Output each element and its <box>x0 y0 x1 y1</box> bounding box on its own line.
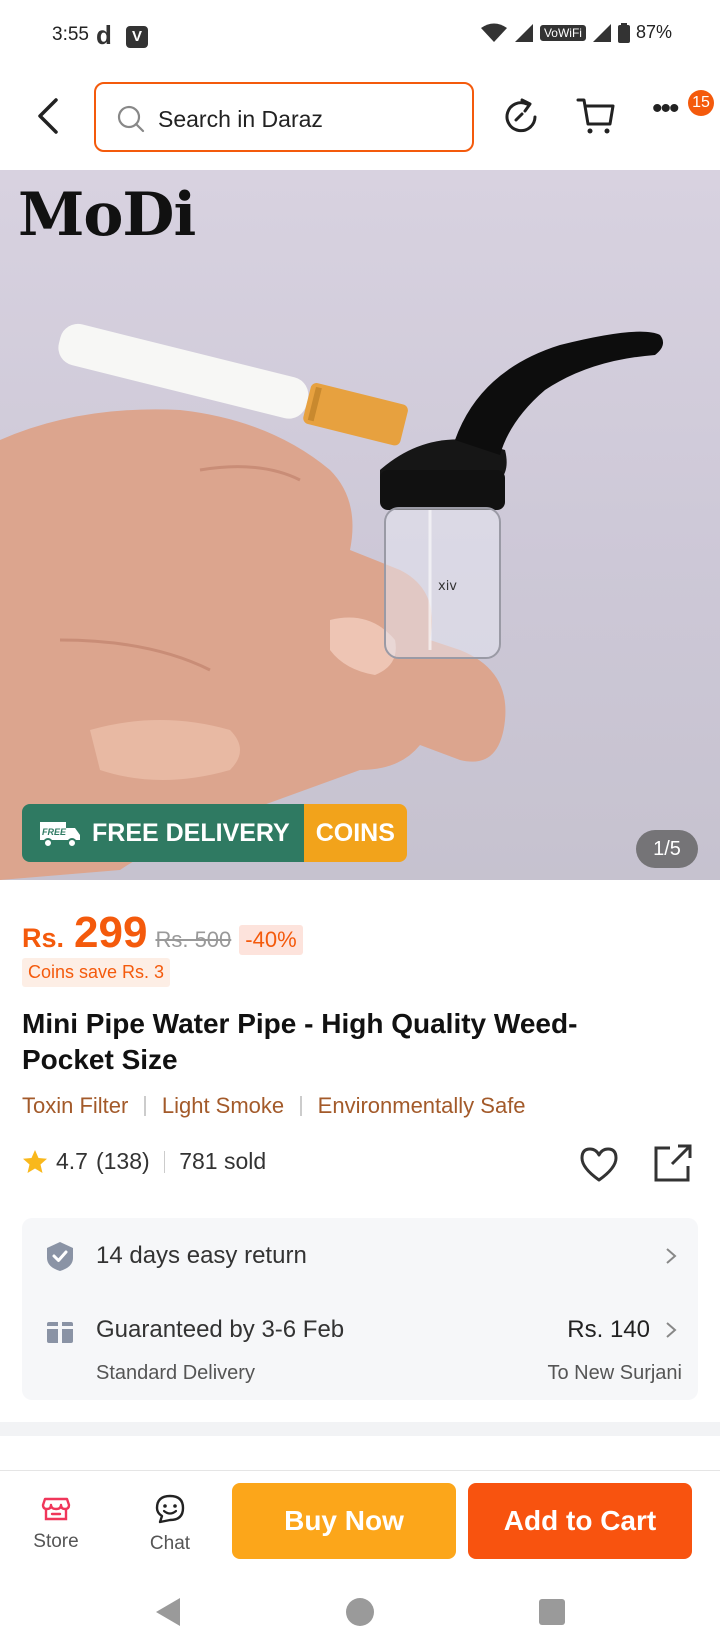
svg-text:xiv: xiv <box>438 579 457 594</box>
delivery-type-text: Standard Delivery <box>96 1362 255 1384</box>
chat-button[interactable]: Chat <box>130 1493 210 1555</box>
coins-save-badge: Coins save Rs. 3 <box>22 958 171 987</box>
rating-row[interactable]: 4.7 (138) 781 sold <box>22 1148 266 1175</box>
free-delivery-label: FREE DELIVERY <box>92 818 290 847</box>
status-time: 3:55 <box>52 24 89 45</box>
chevron-right-icon <box>666 1322 677 1338</box>
search-input[interactable]: Search in Daraz <box>94 82 474 152</box>
cart-count-badge: 15 <box>688 90 714 116</box>
search-placeholder: Search in Daraz <box>158 106 323 132</box>
delivery-row[interactable]: Guaranteed by 3-6 Feb Standard Delivery … <box>22 1294 698 1400</box>
signal-icon <box>514 23 533 42</box>
promo-banner: FREE FREE DELIVERY COINS <box>22 804 407 862</box>
delivery-guarantee-text: Guaranteed by 3-6 Feb <box>96 1316 345 1343</box>
store-icon <box>41 1497 71 1521</box>
product-tags: Toxin Filter Light Smoke Environmentally… <box>22 1093 526 1119</box>
status-icons: VoWiFi 87% <box>480 22 672 43</box>
free-label: FREE <box>42 827 67 837</box>
system-home-icon[interactable] <box>344 1596 376 1628</box>
image-counter: 1/5 <box>636 830 698 868</box>
wishlist-heart-icon[interactable] <box>578 1144 620 1186</box>
review-count: (138) <box>95 1148 150 1174</box>
share-icon[interactable] <box>652 1142 694 1184</box>
refresh-icon[interactable] <box>500 96 542 138</box>
tag-environmentally-safe: Environmentally Safe <box>317 1093 526 1118</box>
delivery-box-icon <box>47 1317 73 1343</box>
vowifi-indicator: VoWiFi <box>539 24 586 41</box>
rating-value: 4.7 <box>56 1148 88 1174</box>
service-info-panel: 14 days easy return Guaranteed by 3-6 Fe… <box>22 1218 698 1400</box>
section-divider <box>0 1422 720 1436</box>
free-delivery-badge: FREE FREE DELIVERY <box>22 804 304 862</box>
delivery-truck-icon: FREE <box>40 822 80 848</box>
battery-icon <box>617 22 630 43</box>
bottom-action-bar: Store Chat Buy Now Add to Cart <box>0 1470 720 1580</box>
coins-badge: COINS <box>303 804 407 862</box>
chevron-right-icon <box>666 1248 677 1264</box>
wifi-icon <box>480 23 507 42</box>
status-bar: 3:55 d V VoWiFi 87% <box>0 0 720 72</box>
brand-logo: MoDi <box>18 180 196 250</box>
system-navigation-bar <box>0 1580 720 1650</box>
return-policy-row[interactable]: 14 days easy return <box>22 1218 698 1294</box>
tag-divider <box>144 1096 146 1116</box>
chat-icon <box>155 1494 185 1524</box>
top-navigation: Search in Daraz ••• 15 <box>0 72 720 168</box>
add-to-cart-button[interactable]: Add to Cart <box>468 1483 692 1559</box>
delivery-fee: Rs. 140 <box>567 1316 650 1343</box>
return-policy-text: 14 days easy return <box>96 1242 307 1269</box>
price-row: Rs. 299 Rs. 500 -40% <box>22 908 303 958</box>
product-photo: xiv <box>0 323 664 880</box>
system-recents-icon[interactable] <box>536 1596 568 1628</box>
tag-divider <box>300 1096 302 1116</box>
product-title: Mini Pipe Water Pipe - High Quality Weed… <box>22 1008 578 1075</box>
signal-icon-2 <box>592 23 611 42</box>
rating-divider <box>163 1150 166 1173</box>
app-notification-d: d <box>96 20 112 50</box>
app-notification-v: V <box>126 26 148 48</box>
battery-level: 87% <box>635 22 672 42</box>
product-image-carousel[interactable]: xiv MoDi FREE FREE DELIVERY COINS 1/5 <box>0 170 720 880</box>
store-label: Store <box>33 1531 79 1552</box>
buy-now-button[interactable]: Buy Now <box>232 1483 456 1559</box>
system-back-icon[interactable] <box>152 1596 184 1628</box>
store-button[interactable]: Store <box>16 1493 96 1553</box>
search-icon <box>117 105 145 133</box>
cart-icon[interactable] <box>576 96 616 136</box>
chat-label: Chat <box>149 1533 191 1554</box>
back-arrow-icon[interactable] <box>30 94 70 138</box>
sold-count: 781 sold <box>179 1148 267 1174</box>
tag-light-smoke: Light Smoke <box>161 1093 285 1118</box>
original-price: Rs. 500 <box>155 927 232 952</box>
tag-toxin-filter: Toxin Filter <box>22 1093 129 1118</box>
shield-check-icon <box>47 1242 73 1271</box>
star-icon <box>23 1149 47 1173</box>
discount-badge: -40% <box>239 925 303 955</box>
delivery-destination: To New Surjani <box>547 1362 682 1384</box>
current-price: 299 <box>74 908 148 957</box>
currency-label: Rs. <box>22 923 65 953</box>
